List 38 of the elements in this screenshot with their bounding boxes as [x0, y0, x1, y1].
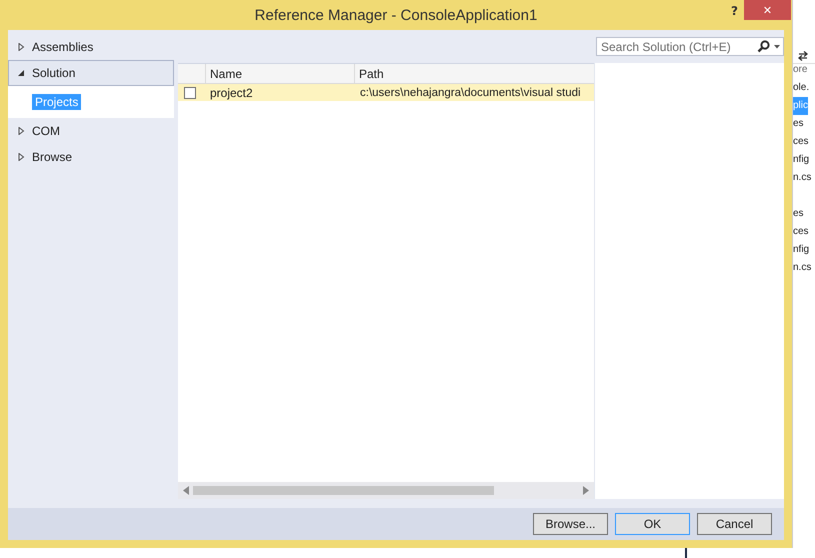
table-cell-text: project2 [209, 84, 254, 101]
swap-arrows-icon[interactable] [798, 51, 808, 61]
tree-item[interactable]: ces [793, 223, 815, 241]
column-header[interactable]: Name [206, 64, 355, 83]
sidebar-item[interactable]: Solution [8, 60, 174, 86]
collapse-arrow-icon[interactable] [18, 69, 25, 77]
sidebar-item[interactable]: Assemblies [8, 34, 174, 60]
dialog-button[interactable]: Cancel [697, 513, 772, 535]
tree-item[interactable]: ces [793, 133, 815, 151]
table-cell-text: c:\users\nehajangra\documents\visual studi [359, 86, 582, 100]
close-button[interactable]: ✕ [744, 0, 791, 20]
expand-arrow-icon[interactable] [18, 127, 25, 135]
search-text: ore [793, 63, 815, 75]
tree-item[interactable]: n.cs [793, 169, 815, 187]
help-button[interactable]: ? [727, 2, 742, 20]
scroll-left-icon[interactable] [183, 486, 189, 495]
dropdown-caret-icon[interactable] [774, 44, 780, 48]
tree-item[interactable]: n.cs [793, 259, 815, 277]
search-field[interactable]: Search Solution (Ctrl+E) [596, 37, 784, 56]
tree-item[interactable]: es [793, 115, 815, 133]
horizontal-scrollbar[interactable] [178, 482, 594, 499]
tree-item[interactable]: ole. [793, 79, 815, 97]
expand-arrow-icon[interactable] [18, 153, 25, 161]
search-icon [757, 40, 770, 53]
dialog-button[interactable]: OK [615, 513, 690, 535]
column-header[interactable]: Path [355, 64, 594, 83]
table-row[interactable]: project2 c:\users\nehajangra\documents\visual studi [178, 84, 594, 101]
sidebar-item[interactable]: Browse [8, 144, 174, 170]
scrollbar-thumb[interactable] [193, 486, 494, 495]
tree-item[interactable]: nfig [793, 151, 815, 169]
window-title: Reference Manager - ConsoleApplication1 [254, 6, 538, 24]
tree-item[interactable]: nfig [793, 241, 815, 259]
sidebar-item[interactable]: COM [8, 118, 174, 144]
checkbox[interactable] [184, 86, 196, 98]
expand-arrow-icon[interactable] [18, 43, 25, 51]
scroll-right-icon[interactable] [583, 486, 589, 495]
dialog-button[interactable]: Browse... [533, 513, 608, 535]
tree-item[interactable]: es [793, 205, 815, 223]
